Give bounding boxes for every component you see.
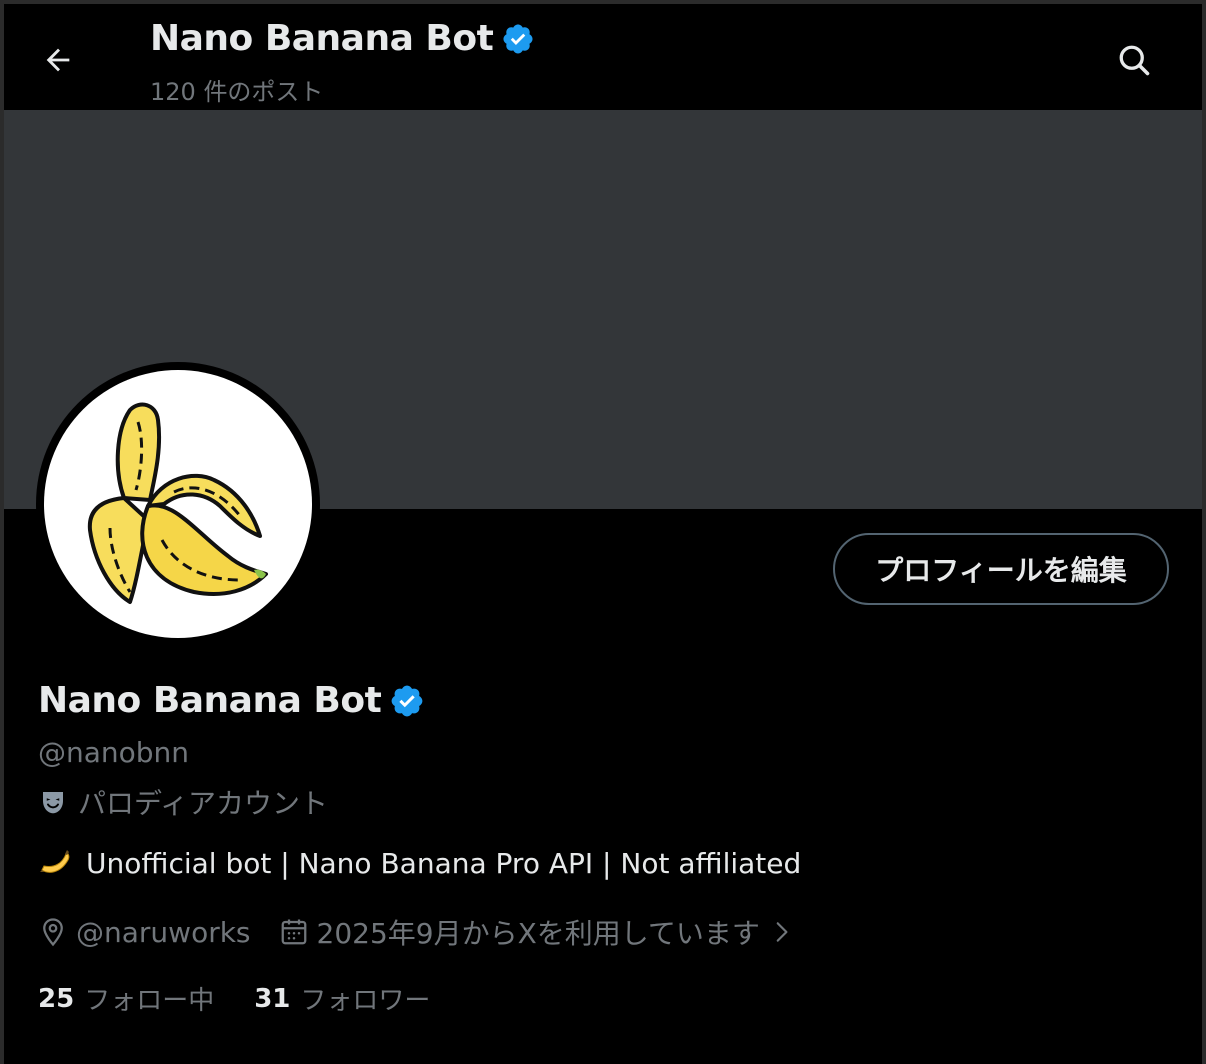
header-title-row: Nano Banana Bot [150, 18, 535, 59]
parody-label-row: パロディアカウント [38, 782, 328, 822]
display-name: Nano Banana Bot [38, 680, 382, 721]
followers-count: 31 [254, 983, 291, 1014]
back-button[interactable] [34, 36, 82, 84]
top-header: Nano Banana Bot 120 件のポスト [4, 4, 1202, 110]
joined-item[interactable]: 2025年9月からXを利用しています [279, 912, 794, 952]
location-item: @naruworks [38, 916, 251, 949]
banana-logo [87, 402, 268, 604]
chevron-right-icon [776, 922, 788, 942]
avatar[interactable] [36, 362, 320, 646]
following-label: フォロー中 [84, 986, 215, 1016]
user-handle: @nanobnn [38, 736, 190, 769]
back-arrow-icon [46, 48, 70, 72]
edit-profile-button[interactable]: プロフィールを編集 [833, 533, 1169, 605]
followers-label: フォロワー [300, 986, 431, 1016]
search-button[interactable] [1110, 36, 1158, 84]
avatar-image [44, 370, 312, 638]
bio-text: Unofficial bot | Nano Banana Pro API | N… [86, 846, 802, 880]
calendar-icon [281, 919, 306, 945]
parody-label: パロディアカウント [78, 787, 329, 820]
verified-badge-icon[interactable] [389, 683, 425, 719]
banana-emoji-icon [40, 850, 70, 873]
post-count: 120 件のポスト [150, 78, 324, 106]
location-pin-icon [43, 918, 63, 947]
follow-stats: 25 フォロー中 31 フォロワー [38, 980, 430, 1017]
profile-page: Nano Banana Bot 120 件のポスト プロフィールを編集 Nano… [4, 4, 1202, 1064]
search-icon [1119, 45, 1150, 76]
followers-link[interactable]: 31 フォロワー [254, 980, 430, 1017]
theater-mask-icon [43, 792, 63, 814]
following-count: 25 [38, 983, 75, 1014]
verified-badge-icon [503, 23, 533, 54]
profile-meta: @naruworks 2025年9月からXを利用しています [38, 912, 794, 952]
location-text[interactable]: @naruworks [76, 916, 251, 949]
joined-text: 2025年9月からXを利用しています [316, 917, 760, 950]
profile-name-row: Nano Banana Bot [38, 680, 425, 721]
header-title: Nano Banana Bot [150, 18, 494, 59]
bio: Unofficial bot | Nano Banana Pro API | N… [38, 846, 801, 880]
following-link[interactable]: 25 フォロー中 [38, 980, 214, 1017]
